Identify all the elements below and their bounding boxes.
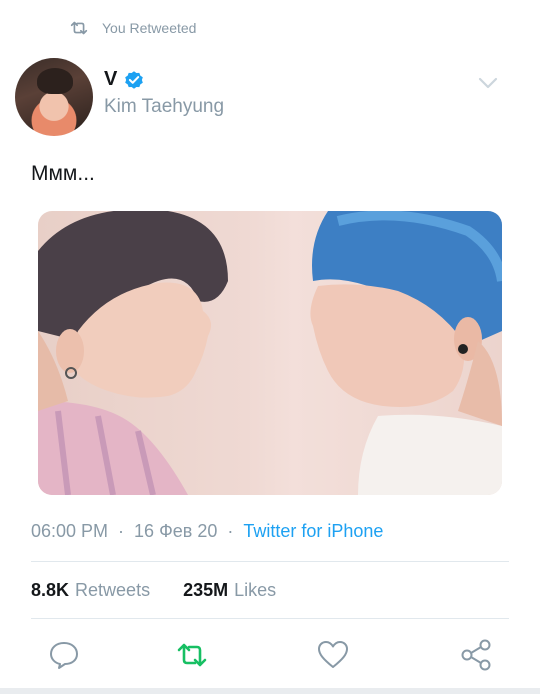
bottom-edge [0, 688, 540, 694]
likes-count: 235M [183, 580, 229, 600]
retweets-count: 8.8K [31, 580, 70, 600]
tweet-source-link[interactable]: Twitter for iPhone [243, 521, 383, 542]
retweet-context: You Retweeted [68, 17, 196, 39]
retweet-small-icon [70, 21, 88, 35]
retweets-label: Retweets [75, 580, 151, 600]
share-button[interactable] [459, 638, 493, 672]
verified-badge-icon [125, 70, 144, 89]
like-button[interactable] [316, 638, 350, 672]
reply-button[interactable] [47, 638, 81, 672]
author-handle[interactable]: Kim Taehyung [104, 96, 224, 118]
photo-illustration [38, 211, 502, 495]
avatar[interactable] [15, 58, 93, 136]
share-icon [461, 639, 491, 671]
retweet-context-label: You Retweeted [102, 20, 197, 36]
likes-label: Likes [234, 580, 277, 600]
tweet-text: Ммм... [31, 162, 95, 185]
retweet-button[interactable] [175, 638, 209, 672]
meta-separator: · [227, 521, 234, 541]
tweet-meta: 06:00 PM · 16 Фев 20 · Twitter for iPhon… [31, 521, 383, 542]
divider [31, 561, 509, 562]
tweet-date: 16 Фев 20 [134, 521, 218, 541]
retweets-stat[interactable]: 8.8K Retweets [31, 580, 150, 601]
display-name[interactable]: V [104, 68, 117, 91]
tweet-media-photo[interactable] [38, 211, 502, 495]
heart-icon [318, 641, 348, 668]
tweet-stats: 8.8K Retweets 235M Likes [31, 580, 276, 601]
meta-separator: · [118, 521, 125, 541]
speech-bubble-icon [50, 642, 78, 669]
retweet-icon [177, 643, 207, 667]
tweet-time: 06:00 PM [31, 521, 109, 541]
author-name-row[interactable]: V [104, 68, 145, 91]
likes-stat[interactable]: 235M Likes [183, 580, 276, 601]
chevron-down-icon[interactable] [478, 76, 498, 90]
divider [31, 618, 509, 619]
